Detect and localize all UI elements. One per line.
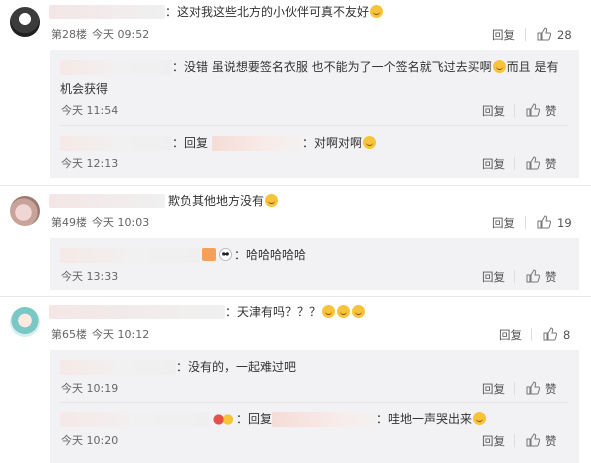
thumbs-up-icon[interactable] [537,215,551,229]
crying-emoji [352,305,366,318]
laugh-cry-emoji [265,194,279,207]
divider [514,104,515,117]
divider [514,270,515,283]
username-blurred[interactable] [49,5,165,19]
reply-button[interactable]: 回复 [499,328,522,342]
comment-floor: 第28楼 [51,28,87,41]
username-blurred[interactable] [212,136,308,151]
username-blurred[interactable] [49,194,165,208]
reply-text: ：没有的，一起难过吧 [176,360,297,374]
username-blurred[interactable] [60,60,172,75]
badge-icon [212,413,234,426]
comment-time: 今天 10:03 [92,216,150,229]
reply-time: 今天 11:54 [61,104,119,117]
crying-emoji [473,412,487,425]
reply-time: 今天 12:13 [61,157,119,170]
username-blurred[interactable] [60,360,176,375]
like-button[interactable]: 赞 [545,434,557,448]
laugh-cry-emoji [492,60,506,73]
divider [514,157,515,170]
comment-divider [0,296,591,297]
reply-button[interactable]: 回复 [482,434,505,448]
reply-button[interactable]: 回复 [482,104,505,118]
laugh-cry-emoji [363,136,377,149]
like-count: 8 [563,328,571,342]
username-blurred[interactable] [60,136,172,151]
comment-time: 今天 09:52 [92,28,150,41]
like-button[interactable]: 赞 [545,157,557,171]
laugh-cry-emoji [370,5,384,18]
reply-text: ：对啊对啊 [302,136,377,151]
reply-button[interactable]: 回复 [482,382,505,396]
reply-time: 今天 13:33 [61,270,119,283]
comment-text: ：天津有吗？？？ [225,305,366,320]
thumbs-up-icon[interactable] [543,327,557,341]
avatar[interactable] [10,307,40,337]
reply-prefix: ：回复 [172,136,209,150]
reply-button[interactable]: 回复 [482,157,505,171]
divider [60,402,569,403]
divider [514,382,515,395]
divider [60,125,569,126]
like-count: 19 [557,216,572,230]
divider [525,28,526,41]
comment-floor: 第49楼 [51,216,87,229]
username-blurred[interactable] [60,248,200,263]
thumbs-up-icon[interactable] [537,27,551,41]
thumbs-up-icon[interactable] [526,156,540,170]
reply-text: ：哈哈哈哈哈 [234,248,307,262]
avatar[interactable] [10,7,40,37]
thumbs-up-icon[interactable] [526,381,540,395]
reply-prefix: ：回复 [236,412,273,426]
panda-icon [219,248,232,261]
reply-time: 今天 10:19 [61,382,119,395]
reply-button[interactable]: 回复 [492,28,515,42]
crying-emoji [322,305,336,318]
reply-button[interactable]: 回复 [492,216,515,230]
reply-time: 今天 10:20 [61,434,119,447]
reply-text: ：哇地一声哭出来 [376,412,487,427]
username-blurred[interactable] [49,305,225,319]
comment-time: 今天 10:12 [92,328,150,341]
fire-badge-icon [202,248,216,261]
like-button[interactable]: 赞 [545,104,557,118]
reply-text-continued: 机会获得 [60,82,109,96]
thumbs-up-icon[interactable] [526,433,540,447]
comment-divider [0,185,591,186]
divider [525,216,526,229]
divider [514,434,515,447]
avatar[interactable] [10,196,40,226]
like-button[interactable]: 赞 [545,270,557,284]
like-button[interactable]: 赞 [545,382,557,396]
username-blurred[interactable] [272,412,382,427]
thumbs-up-icon[interactable] [526,103,540,117]
divider [531,328,532,341]
comment-text: ：这对我这些北方的小伙伴可真不友好 [165,5,384,20]
username-blurred[interactable] [60,412,210,427]
thumbs-up-icon[interactable] [526,269,540,283]
comment-text: 欺负其他地方没有 [168,194,279,209]
reply-text: ：没错 虽说想要签名衣服 也不能为了一个签名就飞过去买啊 而且 是有 [172,60,559,74]
reply-button[interactable]: 回复 [482,270,505,284]
comment-floor: 第65楼 [51,328,87,341]
like-count: 28 [557,28,572,42]
crying-emoji [337,305,351,318]
